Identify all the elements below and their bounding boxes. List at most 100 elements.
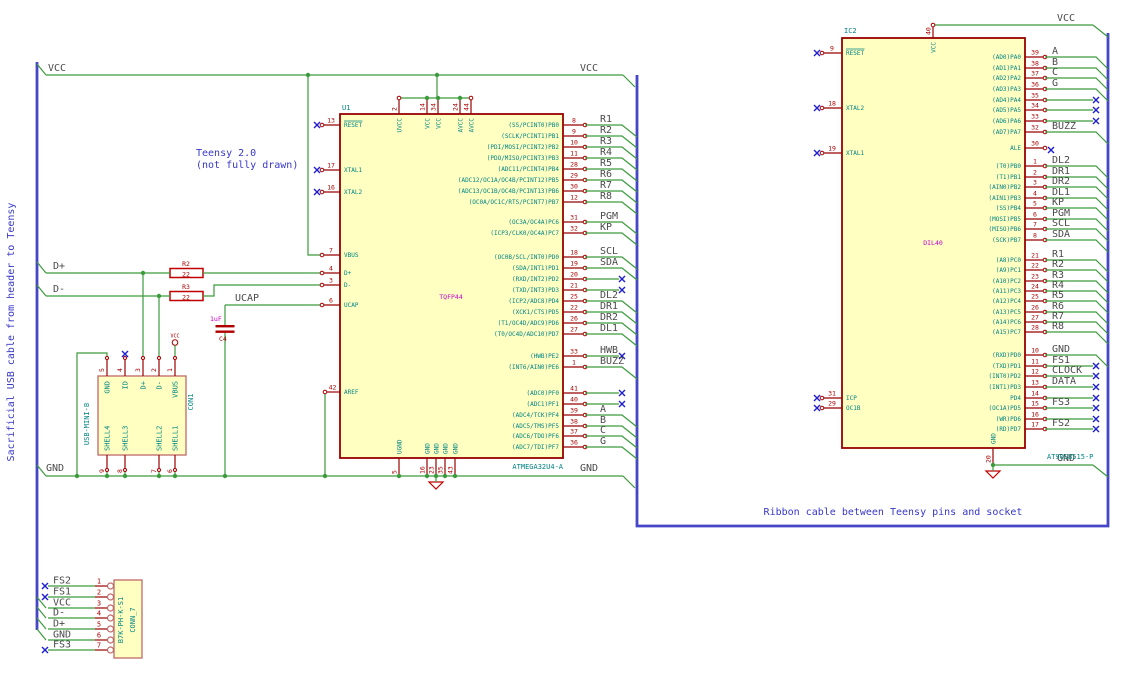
pin-name: (OC0A/OC1C/RTS/PCINT7)PB7 — [469, 199, 560, 206]
pin-number: 26 — [570, 315, 578, 323]
net-label: SCL — [1052, 218, 1070, 229]
pin-name: (ADC12/OC1A/OC4B/PCINT12)PB5 — [458, 177, 560, 184]
pin-number: 40 — [570, 396, 578, 404]
u1-value: ATMEGA32U4-A — [512, 463, 563, 471]
net-label: DR1 — [600, 301, 618, 312]
pin-end — [819, 105, 825, 111]
pin-name: AVCC — [469, 118, 476, 133]
pin-number: 33 — [570, 348, 578, 356]
pin-number: 15 — [1031, 400, 1039, 408]
net-label: SDA — [1052, 229, 1070, 240]
pin-number: 6 — [97, 632, 101, 640]
pin-end — [319, 270, 325, 276]
no-connect-icon — [1092, 117, 1100, 125]
pin-name: (ADC0)PF0 — [526, 390, 559, 397]
pin-name: (INT0)PD2 — [988, 373, 1021, 380]
bus-entry — [36, 628, 47, 641]
no-connect-icon — [41, 582, 49, 590]
pin-name: (SS)PB4 — [996, 205, 1022, 212]
pin-number: 2 — [391, 107, 399, 111]
gnd-label-left: GND — [46, 463, 64, 474]
pin-name: (OC3A/OC4A)PC6 — [508, 219, 559, 226]
net-label: R4 — [600, 147, 612, 158]
pin-number: 2 — [97, 589, 101, 597]
pin-end — [319, 189, 325, 195]
junction-dot — [156, 293, 162, 299]
pin-end — [319, 252, 325, 258]
net-label: DL2 — [1052, 155, 1070, 166]
net-label: R2 — [600, 125, 612, 136]
no-connect-icon — [313, 166, 321, 174]
pin-number: 18 — [828, 100, 836, 108]
pin-name: (AIN0)PB2 — [988, 184, 1021, 191]
net-wire — [307, 75, 320, 256]
net-wire — [1092, 464, 1109, 478]
pin-number: 21 — [1031, 252, 1039, 260]
pin-name: (AD6)PA6 — [992, 118, 1021, 125]
pin-name: (OC1A)PD5 — [988, 405, 1021, 412]
pin-name: (AD1)PA1 — [992, 65, 1021, 72]
conn7-pins: 1FS22FS13VCC4D-5D+6GND7FS3 — [36, 576, 115, 654]
ribbon-note: Ribbon cable between Teensy pins and soc… — [764, 507, 1023, 518]
junction-dot — [434, 72, 440, 78]
pin-name: (ICP2/ADC8)PD4 — [508, 298, 559, 305]
net-label: DR2 — [600, 312, 618, 323]
pin-name: (INT1)PD3 — [988, 384, 1021, 391]
net-label: R5 — [600, 158, 612, 169]
pin-end — [396, 95, 402, 101]
pin-number: 12 — [570, 194, 578, 202]
vcc-power-circle — [171, 339, 179, 346]
vcc-label-ic2: VCC — [1057, 13, 1075, 24]
net-wire — [1092, 24, 1109, 38]
net-wire — [1045, 331, 1109, 345]
net-label: FS2 — [1052, 418, 1070, 429]
pin-number: 3 — [329, 277, 333, 285]
no-connect-icon — [618, 286, 626, 294]
pin-number: 4 — [329, 265, 333, 273]
net-label: BUZZ — [600, 356, 624, 367]
r3-value: 22 — [182, 294, 190, 302]
pin-name: (RXD/INT2)PD2 — [512, 276, 559, 283]
pin-number: 33 — [1031, 113, 1039, 121]
junction-dot — [452, 473, 458, 479]
pin-name: (TXD)PD1 — [992, 363, 1021, 370]
pin-number: 2 — [150, 368, 158, 372]
net-label: SCL — [600, 246, 618, 257]
conn7-ref: CONN_7 — [129, 607, 137, 632]
no-connect-icon — [1092, 362, 1100, 370]
vcc-label-left: VCC — [48, 63, 66, 74]
u1-footprint: TQFP44 — [439, 293, 463, 301]
net-label: A — [600, 404, 606, 415]
pin-name: (AD4)PA4 — [992, 97, 1021, 104]
pin-name: (T0)PB0 — [996, 163, 1022, 170]
teensy-note-line1: Teensy 2.0 — [196, 148, 256, 159]
pin-number: 26 — [1031, 304, 1039, 312]
net-wire — [585, 414, 638, 428]
pin-number: 34 — [1031, 102, 1039, 110]
pin-number: 9 — [572, 128, 576, 136]
pin-number: 6 — [329, 297, 333, 305]
pin-name: D+ — [139, 381, 147, 389]
pin-end — [930, 22, 936, 28]
no-connect-icon — [313, 121, 321, 129]
no-connect-icon — [1092, 394, 1100, 402]
pin-end — [319, 302, 325, 308]
junction-dot — [435, 95, 441, 101]
net-wire — [1045, 131, 1109, 145]
pin-name: (PDO/MISO/PCINT3)PB3 — [487, 155, 560, 162]
pin-name: (INT6/AIN0)PE6 — [508, 364, 559, 371]
pin-end — [319, 167, 325, 173]
pin-number: 5 — [98, 368, 106, 372]
pin-number: 1 — [97, 578, 101, 586]
pin-number: 31 — [828, 390, 836, 398]
net-label: DR2 — [1052, 176, 1070, 187]
pin-number: 8 — [1033, 232, 1037, 240]
no-connect-icon — [813, 394, 821, 402]
junction-dot — [305, 72, 311, 78]
pin-name: (RD)PD7 — [996, 426, 1022, 433]
pin-number: 28 — [1031, 324, 1039, 332]
pin-end — [123, 356, 127, 360]
pin-end — [106, 625, 115, 633]
net-label: FS1 — [53, 587, 71, 598]
no-connect-icon — [618, 389, 626, 397]
